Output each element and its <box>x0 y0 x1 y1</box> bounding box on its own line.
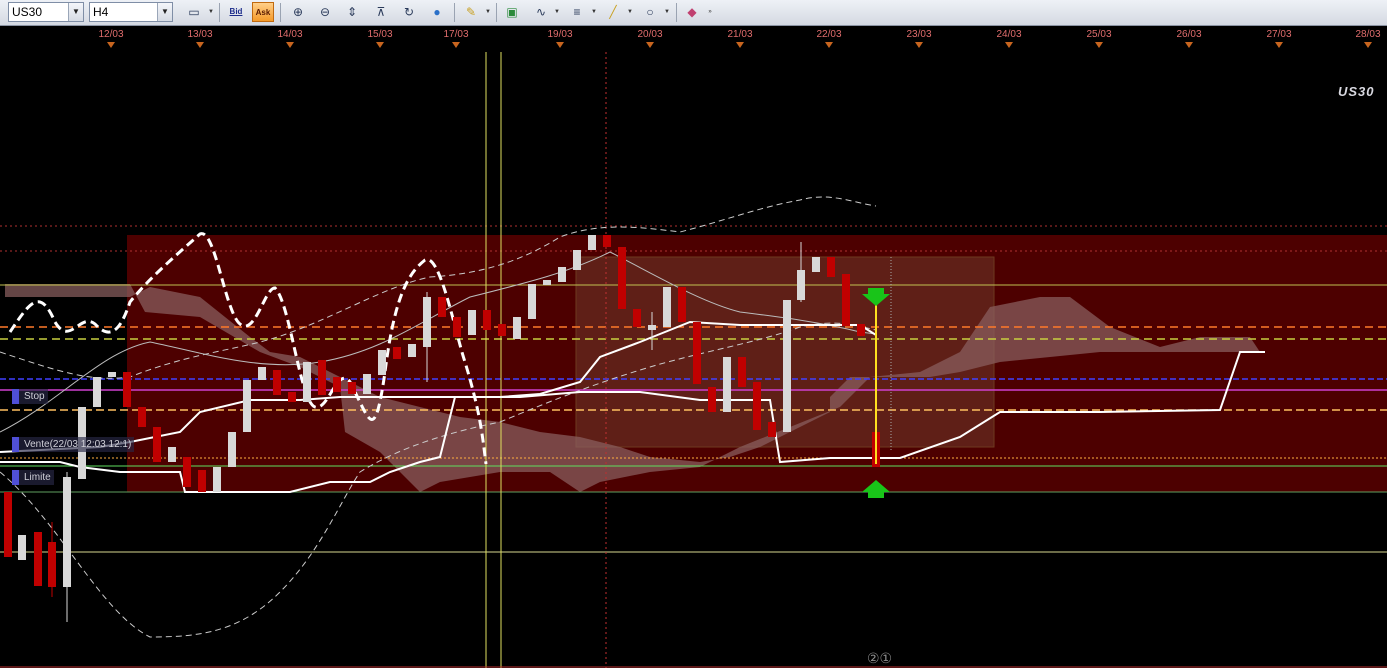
ruler-dropdown[interactable]: ▼ <box>484 2 492 22</box>
timeframe-select[interactable]: H4 ▼ <box>89 2 173 22</box>
ask-button[interactable]: Ask <box>252 2 274 22</box>
toolbar-separator <box>676 3 677 22</box>
zoom-in-icon[interactable]: ⊕ <box>287 2 309 22</box>
date-label: 20/03 <box>637 29 663 40</box>
stop-order-label[interactable]: Stop <box>12 389 48 404</box>
auto-scale-icon[interactable]: ⇕ <box>341 2 363 22</box>
instrument-label: US30 <box>1338 84 1375 99</box>
lines-dropdown[interactable]: ▼ <box>590 2 598 22</box>
date-tick-icon <box>646 42 654 48</box>
price-chart[interactable] <box>0 52 1387 668</box>
draw-line-dropdown[interactable]: ▼ <box>626 2 634 22</box>
bid-button[interactable]: Bid <box>225 2 247 22</box>
chart-type-icon[interactable]: ▭ <box>183 2 205 22</box>
date-tick-icon <box>376 42 384 48</box>
date-label: 13/03 <box>187 29 213 40</box>
date-axis: 12/03 13/03 14/03 15/03 17/03 19/03 20/03 21/03… <box>0 26 1387 52</box>
date-tick-icon <box>1185 42 1193 48</box>
toolbar-separator <box>280 3 281 22</box>
chart-toolbar: US30 ▼ H4 ▼ ▭ ▼ Bid Ask ⊕ ⊖ ⇕ ⊼ ↻ ● ✎ ▼ … <box>0 0 1387 26</box>
lines-icon[interactable]: ≡ <box>566 2 588 22</box>
image-icon[interactable]: ▣ <box>501 2 523 22</box>
sell-order-label[interactable]: Vente(22/03 12:03 12:1) <box>12 437 135 452</box>
refresh-icon[interactable]: ↻ <box>398 2 420 22</box>
date-label: 24/03 <box>996 29 1022 40</box>
date-tick-icon <box>1364 42 1372 48</box>
chevron-down-icon[interactable]: ▼ <box>157 3 172 21</box>
date-tick-icon <box>286 42 294 48</box>
more-icon[interactable]: » <box>706 2 714 22</box>
symbol-select[interactable]: US30 ▼ <box>8 2 84 22</box>
date-tick-icon <box>1095 42 1103 48</box>
date-label: 21/03 <box>727 29 753 40</box>
chevron-down-icon[interactable]: ▼ <box>68 3 83 21</box>
indicator-dropdown[interactable]: ▼ <box>553 2 561 22</box>
ruler-icon[interactable]: ✎ <box>460 2 482 22</box>
globe-icon[interactable]: ● <box>426 2 448 22</box>
date-label: 17/03 <box>443 29 469 40</box>
date-label: 28/03 <box>1355 29 1381 40</box>
eraser-icon[interactable]: ◆ <box>681 2 703 22</box>
draw-line-icon[interactable]: ╱ <box>602 2 624 22</box>
date-label: 12/03 <box>98 29 124 40</box>
limit-order-label[interactable]: Limite <box>12 470 54 485</box>
ellipse-dropdown[interactable]: ▼ <box>663 2 671 22</box>
date-label: 25/03 <box>1086 29 1112 40</box>
toolbar-separator <box>496 3 497 22</box>
date-label: 23/03 <box>906 29 932 40</box>
date-tick-icon <box>107 42 115 48</box>
timeframe-select-value: H4 <box>93 5 109 19</box>
date-label: 27/03 <box>1266 29 1292 40</box>
date-tick-icon <box>1275 42 1283 48</box>
date-label: 15/03 <box>367 29 393 40</box>
toolbar-separator <box>219 3 220 22</box>
date-label: 14/03 <box>277 29 303 40</box>
fit-icon[interactable]: ⊼ <box>370 2 392 22</box>
date-tick-icon <box>196 42 204 48</box>
date-label: 22/03 <box>816 29 842 40</box>
indicator-icon[interactable]: ∿ <box>530 2 552 22</box>
footer-glyph: ②① <box>867 650 893 666</box>
date-label: 26/03 <box>1176 29 1202 40</box>
chart-type-dropdown[interactable]: ▼ <box>207 2 215 22</box>
date-tick-icon <box>825 42 833 48</box>
ellipse-icon[interactable]: ○ <box>639 2 661 22</box>
date-tick-icon <box>915 42 923 48</box>
toolbar-separator <box>454 3 455 22</box>
date-tick-icon <box>736 42 744 48</box>
date-tick-icon <box>1005 42 1013 48</box>
date-tick-icon <box>556 42 564 48</box>
symbol-select-value: US30 <box>12 5 43 19</box>
date-label: 19/03 <box>547 29 573 40</box>
zoom-out-icon[interactable]: ⊖ <box>314 2 336 22</box>
date-tick-icon <box>452 42 460 48</box>
